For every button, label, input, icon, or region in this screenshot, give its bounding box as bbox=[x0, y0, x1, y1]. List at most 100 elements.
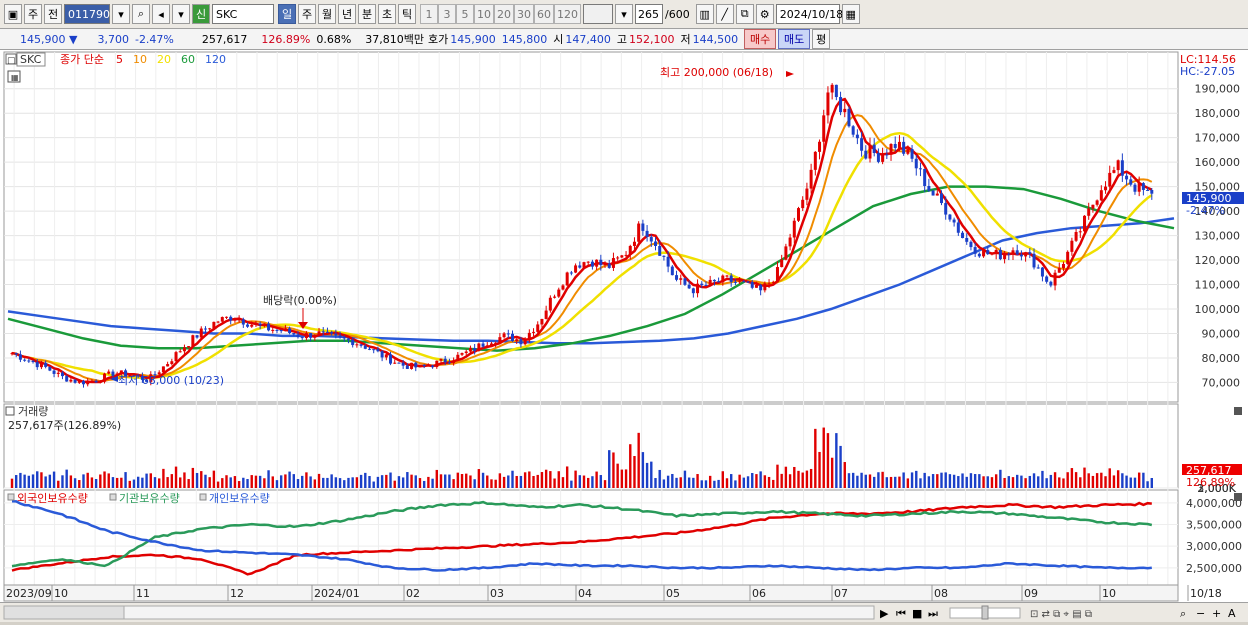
volume-bar bbox=[309, 476, 312, 488]
holding-legend-1[interactable]: 기관보유수량 bbox=[119, 492, 180, 505]
volume-bar bbox=[132, 479, 136, 488]
candle-body bbox=[1091, 204, 1095, 209]
stop-icon[interactable]: ■ bbox=[912, 607, 922, 620]
volume-bar bbox=[414, 475, 417, 488]
interval-3[interactable]: 3 bbox=[438, 4, 456, 24]
ma-legend-120[interactable]: 120 bbox=[205, 53, 226, 66]
volume-bar bbox=[818, 451, 821, 488]
holding-legend-2[interactable]: 개인보유수량 bbox=[209, 492, 270, 505]
ma-legend-60[interactable]: 60 bbox=[181, 53, 195, 66]
holding-legend-icon[interactable] bbox=[109, 493, 117, 501]
scroll-right-icon[interactable]: ▶ bbox=[880, 607, 889, 620]
volume-bar bbox=[1045, 478, 1048, 488]
stock-name-field[interactable]: SKC bbox=[212, 4, 274, 24]
interval-60[interactable]: 60 bbox=[534, 4, 554, 24]
candle-body bbox=[519, 339, 523, 345]
holding-panel-close-icon[interactable] bbox=[1234, 493, 1242, 501]
font-size-icon[interactable]: A bbox=[1228, 607, 1236, 620]
stock-code-input[interactable]: 011790 bbox=[64, 4, 110, 24]
candle-body bbox=[910, 148, 914, 159]
forward-icon[interactable]: ⏭ bbox=[928, 607, 938, 620]
volume-bar bbox=[435, 469, 438, 488]
count-input[interactable]: 265 bbox=[635, 4, 663, 24]
buy-button[interactable]: 매수 bbox=[744, 29, 777, 49]
chart-area[interactable]: 190,000 180,000 170,000 160,000 150,000 140,0… bbox=[0, 50, 1248, 602]
holding-legend-0[interactable]: 외국인보유수량 bbox=[17, 492, 88, 505]
arrow-icon[interactable]: ▾ bbox=[172, 4, 190, 24]
candle-body bbox=[637, 223, 641, 242]
scroll-thumb[interactable] bbox=[3, 605, 125, 620]
ma-legend-10[interactable]: 10 bbox=[133, 53, 147, 66]
volume-bar bbox=[1020, 475, 1023, 488]
stock-chart[interactable]: 190,000180,000170,000160,000150,000140,0… bbox=[0, 50, 1248, 602]
code-dropdown-icon[interactable]: ▾ bbox=[112, 4, 130, 24]
sell-button[interactable]: 매도 bbox=[778, 29, 811, 49]
date-input[interactable]: 2024/10/18 bbox=[775, 4, 843, 24]
volume-bar bbox=[334, 477, 338, 488]
volume-bar bbox=[948, 474, 952, 488]
holding-legend-icon[interactable] bbox=[199, 493, 207, 501]
high-annotation: 최고 200,000 (06/18) bbox=[660, 66, 773, 79]
compare-icon[interactable]: ⧉ bbox=[735, 4, 754, 24]
ma-legend-5[interactable]: 5 bbox=[116, 53, 123, 66]
volume-panel-close-icon[interactable] bbox=[1234, 407, 1242, 415]
new-badge[interactable]: 신 bbox=[192, 4, 210, 24]
magnify-icon[interactable]: ⌕ bbox=[1180, 607, 1186, 620]
volume-bar bbox=[242, 477, 245, 488]
period-tab-1[interactable]: 주 bbox=[298, 4, 316, 24]
holding-legend-icon[interactable] bbox=[7, 493, 15, 501]
chart-type-icon[interactable]: ▥ bbox=[695, 4, 714, 24]
interval-120[interactable]: 120 bbox=[554, 4, 581, 24]
volume-bar bbox=[679, 477, 682, 488]
scroll-bar[interactable]: ▶ ⏮ ■ ⏭ ⊡ ⇄ ⧉ ⌖ ▤ ⧉ ⌕ − + A bbox=[0, 602, 1248, 622]
period-tab-6[interactable]: 틱 bbox=[398, 4, 416, 24]
prev-button[interactable]: 전 bbox=[44, 4, 62, 24]
eval-button[interactable]: 평 bbox=[812, 29, 831, 49]
candle-body bbox=[60, 372, 64, 377]
ma-legend-20[interactable]: 20 bbox=[157, 53, 171, 66]
draw-icon[interactable]: ╱ bbox=[715, 4, 734, 24]
volume-bar bbox=[620, 469, 624, 488]
volume-bar bbox=[86, 472, 89, 488]
period-type-select[interactable]: 주 bbox=[24, 4, 42, 24]
period-tab-5[interactable]: 초 bbox=[378, 4, 396, 24]
period-tab-3[interactable]: 년 bbox=[338, 4, 356, 24]
interval-input[interactable] bbox=[583, 4, 613, 24]
volume-bar bbox=[1024, 478, 1027, 488]
candle-body bbox=[687, 284, 691, 289]
candle-body bbox=[321, 331, 325, 333]
volume-bar bbox=[1011, 477, 1015, 488]
candle-body bbox=[346, 338, 350, 340]
period-tab-4[interactable]: 분 bbox=[358, 4, 376, 24]
interval-10[interactable]: 10 bbox=[474, 4, 494, 24]
interval-5[interactable]: 5 bbox=[456, 4, 474, 24]
interval-30[interactable]: 30 bbox=[514, 4, 534, 24]
volume-bar bbox=[906, 478, 910, 488]
volume-bar bbox=[763, 475, 767, 488]
tool-icons[interactable]: ⊡ ⇄ ⧉ ⌖ ▤ ⧉ bbox=[1030, 609, 1092, 620]
speaker-icon[interactable]: ◂ bbox=[152, 4, 170, 24]
zoom-out-icon[interactable]: − bbox=[1196, 607, 1205, 620]
volume-bar bbox=[885, 477, 889, 488]
rewind-icon[interactable]: ⏮ bbox=[896, 607, 906, 620]
layout-icon[interactable]: ▣ bbox=[4, 4, 22, 24]
search-icon[interactable]: ⌕ bbox=[132, 4, 150, 24]
volume-bar bbox=[978, 474, 981, 488]
period-tab-2[interactable]: 월 bbox=[318, 4, 336, 24]
candle-body bbox=[582, 262, 586, 268]
volume-bar bbox=[410, 474, 413, 488]
interval-dropdown-icon[interactable]: ▾ bbox=[615, 4, 633, 24]
last-price-pct: -2.47% bbox=[1186, 204, 1225, 217]
candle-body bbox=[961, 232, 965, 239]
calendar-icon[interactable]: ▦ bbox=[841, 4, 860, 24]
period-tab-0[interactable]: 일 bbox=[278, 4, 296, 24]
volume-bar bbox=[61, 475, 64, 488]
interval-20[interactable]: 20 bbox=[494, 4, 514, 24]
settings-icon[interactable]: ⚙ bbox=[755, 4, 774, 24]
volume-bar bbox=[969, 473, 973, 488]
scroll-track[interactable] bbox=[3, 605, 875, 620]
volume-bar bbox=[204, 474, 207, 488]
interval-1[interactable]: 1 bbox=[420, 4, 438, 24]
zoom-in-icon[interactable]: + bbox=[1212, 607, 1221, 620]
candle-body bbox=[502, 333, 506, 338]
